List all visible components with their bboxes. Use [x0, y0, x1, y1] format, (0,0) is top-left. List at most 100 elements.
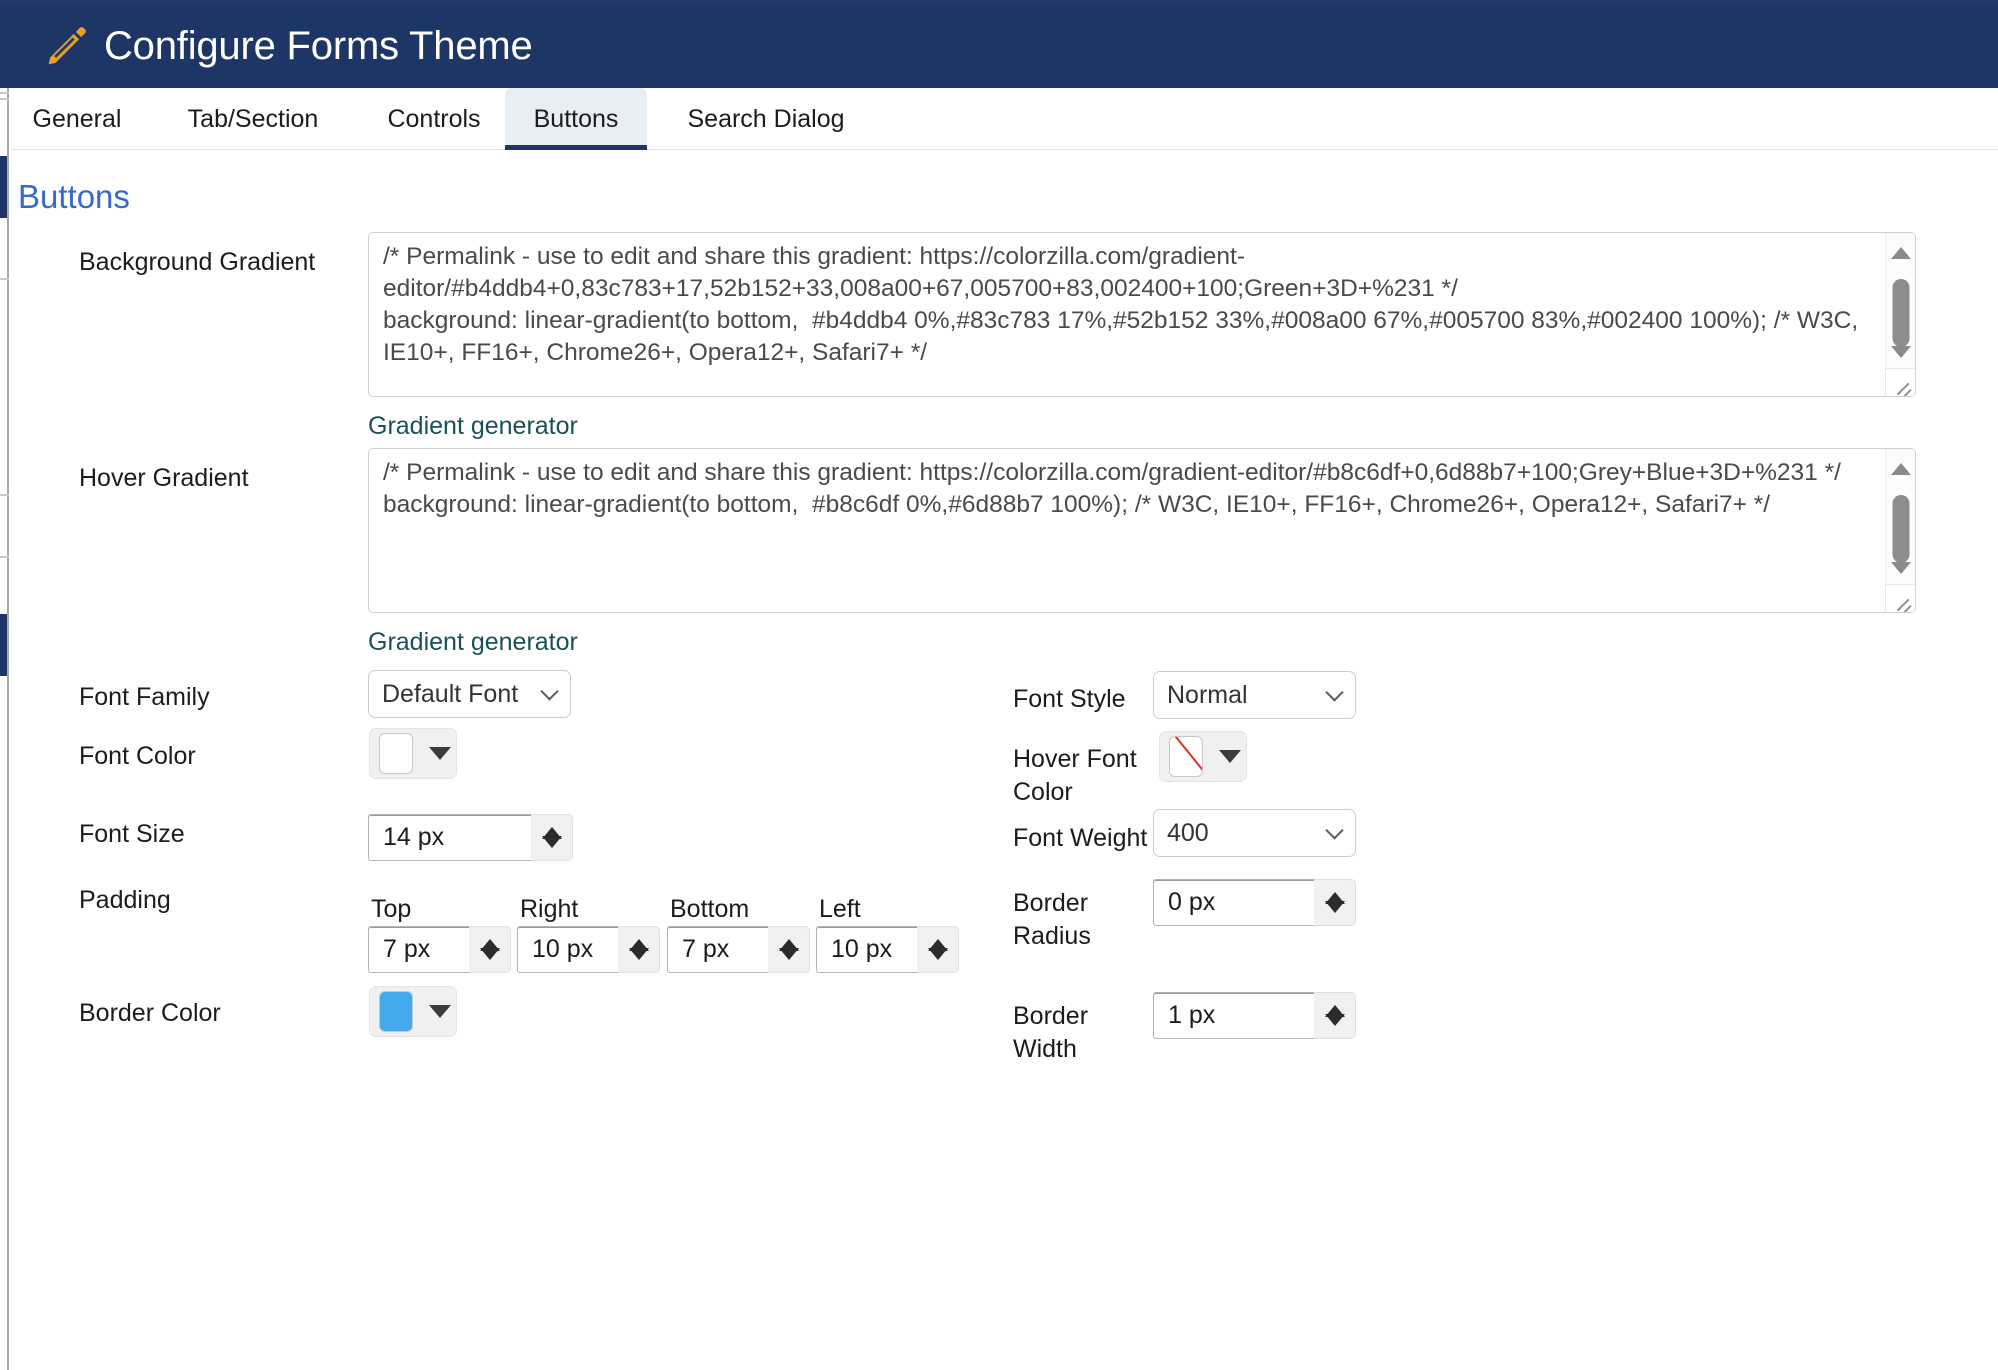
- font-weight-select[interactable]: 400: [1153, 809, 1356, 857]
- padding-left-stepper[interactable]: 10 px: [816, 926, 959, 973]
- padding-right-input[interactable]: 10 px: [517, 926, 618, 973]
- padding-top-spin-buttons[interactable]: [469, 926, 511, 973]
- strip-divider: [0, 556, 9, 558]
- background-gradient-textarea[interactable]: /* Permalink - use to edit and share thi…: [368, 232, 1916, 397]
- padding-right-stepper[interactable]: 10 px: [517, 926, 660, 973]
- section-heading: Buttons: [18, 178, 130, 215]
- padding-left-spin-buttons[interactable]: [917, 926, 959, 973]
- chevron-down-icon[interactable]: [429, 1005, 451, 1018]
- scrollbar-thumb[interactable]: [1892, 495, 1909, 563]
- font-style-label: Font Style: [1013, 685, 1126, 713]
- tab-label: Tab/Section: [187, 104, 319, 133]
- strip-divider: [0, 494, 9, 496]
- strip-segment[interactable]: [0, 614, 7, 676]
- tab-buttons[interactable]: Buttons: [505, 88, 647, 150]
- padding-left-input[interactable]: 10 px: [816, 926, 917, 973]
- hover-font-color-picker[interactable]: [1159, 731, 1247, 782]
- font-weight-value: 400: [1167, 818, 1209, 847]
- chevron-down-icon[interactable]: [1219, 750, 1241, 763]
- background-gradient-label: Background Gradient: [79, 248, 316, 276]
- chevron-down-icon[interactable]: [429, 747, 451, 760]
- background-gradient-generator-link[interactable]: Gradient generator: [368, 412, 578, 441]
- font-style-select[interactable]: Normal: [1153, 671, 1356, 719]
- font-size-label: Font Size: [79, 820, 185, 848]
- decrement-arrow-icon[interactable]: [1324, 1014, 1345, 1026]
- scrollbar-thumb[interactable]: [1892, 279, 1909, 347]
- strip-divider: [0, 92, 9, 94]
- background-gradient-value: /* Permalink - use to edit and share thi…: [383, 243, 1859, 366]
- pencil-icon: [48, 27, 86, 65]
- left-edge-scroll-strip[interactable]: [0, 88, 9, 1370]
- font-color-swatch: [379, 733, 413, 774]
- tab-search-dialog[interactable]: Search Dialog: [663, 88, 869, 150]
- scroll-up-arrow-icon[interactable]: [1890, 247, 1911, 259]
- padding-top-input[interactable]: 7 px: [368, 926, 469, 973]
- border-width-spin-buttons[interactable]: [1314, 992, 1356, 1039]
- scroll-down-arrow-icon[interactable]: [1890, 346, 1911, 358]
- hover-gradient-generator-link[interactable]: Gradient generator: [368, 628, 578, 657]
- chevron-down-icon: [1325, 821, 1344, 840]
- border-width-stepper[interactable]: 1 px: [1153, 992, 1356, 1039]
- strip-segment[interactable]: [0, 156, 7, 218]
- chevron-down-icon: [1325, 683, 1344, 702]
- tab-label: Controls: [387, 104, 481, 133]
- padding-top-header: Top: [371, 895, 412, 923]
- hover-font-color-label: Hover Font Color: [1013, 745, 1137, 807]
- strip-divider: [0, 278, 9, 280]
- border-radius-label: Border Radius: [1013, 889, 1091, 951]
- tab-label: General: [32, 104, 122, 133]
- font-size-stepper[interactable]: 14 px: [368, 814, 573, 861]
- tab-general[interactable]: General: [15, 88, 139, 150]
- padding-left-header: Left: [819, 895, 861, 923]
- decrement-arrow-icon[interactable]: [479, 948, 500, 960]
- border-width-label: Border Width: [1013, 1002, 1089, 1064]
- border-color-label: Border Color: [79, 999, 221, 1027]
- padding-top-stepper[interactable]: 7 px: [368, 926, 511, 973]
- padding-bottom-spin-buttons[interactable]: [768, 926, 810, 973]
- border-radius-input[interactable]: 0 px: [1153, 879, 1314, 926]
- font-style-value: Normal: [1167, 680, 1248, 709]
- page-title: Configure Forms Theme: [104, 24, 533, 68]
- border-color-swatch: [379, 991, 413, 1032]
- decrement-arrow-icon[interactable]: [778, 948, 799, 960]
- padding-bottom-input[interactable]: 7 px: [667, 926, 768, 973]
- padding-right-header: Right: [520, 895, 579, 923]
- tab-label: Buttons: [533, 104, 619, 133]
- clipped-title-text: · ·· · ··· ·· ·· ·· ·· ··· · ·· ·· ··· ·…: [430, 0, 719, 3]
- padding-label: Padding: [79, 886, 171, 914]
- scroll-up-arrow-icon[interactable]: [1890, 463, 1911, 475]
- font-color-label: Font Color: [79, 742, 196, 770]
- padding-bottom-header: Bottom: [670, 895, 750, 923]
- strip-divider: [0, 98, 9, 100]
- hover-font-color-swatch: [1169, 736, 1203, 777]
- chevron-down-icon: [540, 682, 559, 701]
- tab-label: Search Dialog: [687, 104, 845, 133]
- tab-controls[interactable]: Controls: [363, 88, 505, 150]
- font-size-spin-buttons[interactable]: [531, 814, 573, 861]
- font-family-value: Default Font: [382, 679, 519, 708]
- padding-right-spin-buttons[interactable]: [618, 926, 660, 973]
- border-color-picker[interactable]: [369, 986, 457, 1037]
- page-header: Configure Forms Theme: [0, 4, 1998, 88]
- scroll-down-arrow-icon[interactable]: [1890, 562, 1911, 574]
- hover-gradient-textarea[interactable]: /* Permalink - use to edit and share thi…: [368, 448, 1916, 613]
- font-size-input[interactable]: 14 px: [368, 814, 531, 861]
- no-color-slash-icon: [1173, 737, 1202, 776]
- font-weight-label: Font Weight: [1013, 824, 1148, 852]
- font-family-label: Font Family: [79, 683, 210, 711]
- decrement-arrow-icon[interactable]: [628, 948, 649, 960]
- textarea-resize-handle[interactable]: [1885, 368, 1915, 396]
- font-color-picker[interactable]: [369, 728, 457, 779]
- tab-tab-section[interactable]: Tab/Section: [163, 88, 343, 150]
- decrement-arrow-icon[interactable]: [927, 948, 948, 960]
- decrement-arrow-icon[interactable]: [1324, 901, 1345, 913]
- border-radius-spin-buttons[interactable]: [1314, 879, 1356, 926]
- decrement-arrow-icon[interactable]: [541, 836, 562, 848]
- hover-gradient-value: /* Permalink - use to edit and share thi…: [383, 459, 1841, 518]
- textarea-resize-handle[interactable]: [1885, 584, 1915, 612]
- font-family-select[interactable]: Default Font: [368, 670, 571, 718]
- settings-panel: Buttons Background Gradient /* Permalink…: [11, 150, 1998, 1370]
- padding-bottom-stepper[interactable]: 7 px: [667, 926, 810, 973]
- border-radius-stepper[interactable]: 0 px: [1153, 879, 1356, 926]
- border-width-input[interactable]: 1 px: [1153, 992, 1314, 1039]
